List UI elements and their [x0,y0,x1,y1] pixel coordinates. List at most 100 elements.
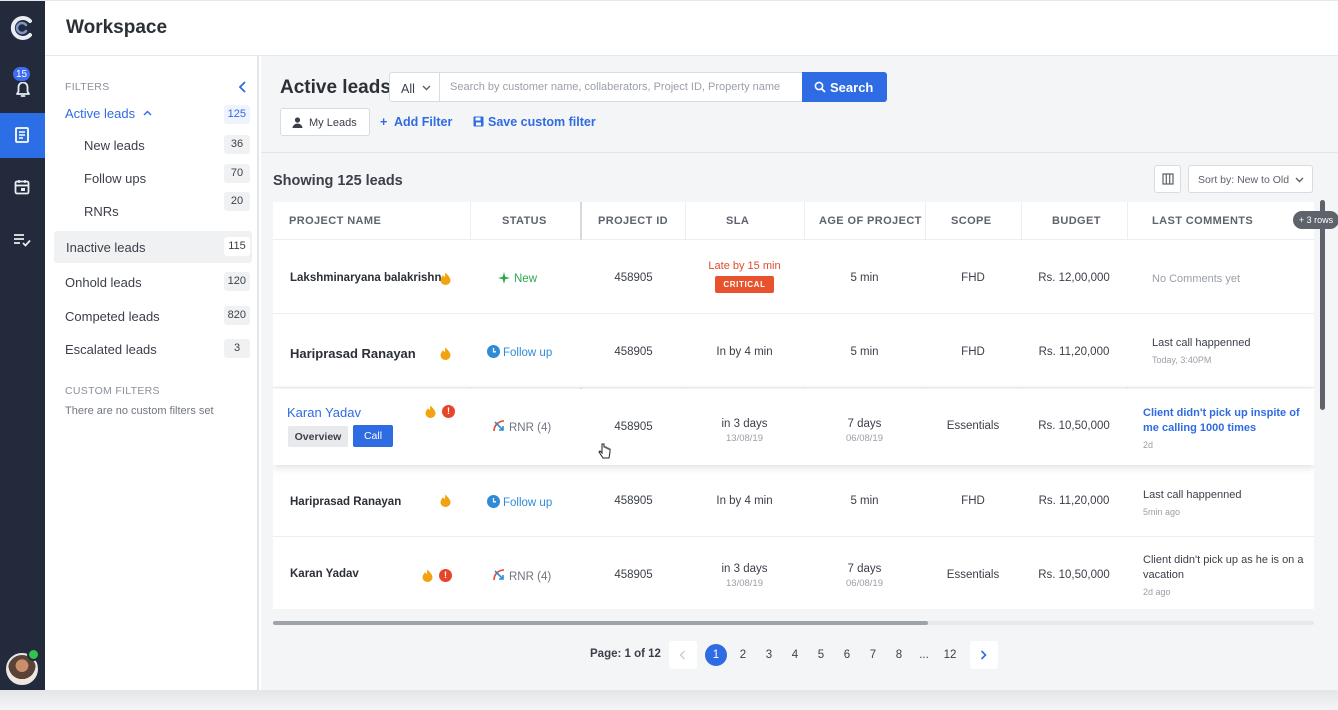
collapse-sidebar-icon[interactable] [237,80,249,94]
user-icon [292,117,303,128]
clock-icon [487,345,500,358]
age: 5 min [850,272,879,284]
sidebar-item-onhold-leads[interactable]: Onhold leads 120 [54,266,252,298]
sla-cell: in 3 days 13/08/19 [685,563,804,589]
prev-page-button[interactable] [669,641,697,669]
last-comment-link[interactable]: Client didn't pick up inspite of me call… [1143,406,1307,436]
sidebar-item-inactive-leads[interactable]: Inactive leads 115 [54,231,252,263]
last-comment-cell: Client didn't pick up inspite of me call… [1143,406,1307,450]
flame-icon [440,272,451,285]
comment-time: Today, 3:40PM [1152,355,1212,365]
sort-select[interactable]: Sort by: New to Old [1188,165,1313,193]
sidebar-item-count: 36 [224,135,250,154]
budget: Rs. 10,50,000 [1038,569,1110,581]
sidebar-item-label: Onhold leads [65,275,142,290]
flame-icon [425,405,436,418]
project-name: Lakshminaryana balakrishn [290,272,442,284]
sidebar-item-escalated-leads[interactable]: Escalated leads 3 [54,333,252,365]
flame-icon [440,494,451,507]
sidebar-item-count: 70 [224,164,250,183]
custom-filters-label: CUSTOM FILTERS [65,385,160,397]
table-row[interactable]: Hariprasad Ranayan Follow up 458905 In b… [273,314,1314,388]
sidebar-item-label: Escalated leads [65,342,157,357]
table-row[interactable]: Hariprasad Ranayan Follow up 458905 In b… [273,465,1314,537]
page-button[interactable]: 12 [937,642,963,668]
sidebar-item-competed-leads[interactable]: Competed leads 820 [54,300,252,332]
page-button[interactable]: 3 [756,642,782,668]
status-rnr[interactable]: RNR (4) [492,568,551,583]
budget: Rs. 11,20,000 [1038,495,1110,507]
project-id: 458905 [614,421,653,433]
notification-badge: 15 [12,66,31,82]
table-row[interactable]: Karan Yadav ! Overview Call RNR (4) 4589… [273,389,1314,465]
chevron-up-icon [143,110,152,116]
sla-text: in 3 days [721,563,768,575]
save-filter-label: Save custom filter [488,115,596,129]
status-follow-up[interactable]: Follow up [487,495,552,509]
column-header[interactable]: PROJECT NAME [273,202,470,240]
rail-item-leads[interactable] [0,113,45,158]
comment-time: 5min ago [1143,507,1181,517]
column-header[interactable]: LAST COMMENTS [1127,202,1314,240]
status-rnr[interactable]: RNR (4) [492,419,551,434]
table-row[interactable]: Lakshminaryana balakrishn New 458905 Lat… [273,240,1314,314]
sidebar-item-new-leads[interactable]: New leads 36 [54,129,252,161]
status-follow-up[interactable]: Follow up [487,345,552,359]
more-rows-badge[interactable]: + 3 rows [1293,211,1338,229]
sidebar-item-rnrs[interactable]: RNRs 20 [54,192,252,227]
search-input[interactable] [439,72,803,102]
calendar-icon[interactable] [12,177,32,197]
sidebar-item-label: Inactive leads [66,240,146,255]
column-header[interactable]: PROJECT ID [582,202,685,240]
column-header[interactable]: STATUS [470,202,581,240]
page-button[interactable]: 7 [860,642,886,668]
table-row[interactable]: Karan Yadav ! RNR (4) 458905 in 3 days 1… [273,537,1314,609]
vertical-scrollbar[interactable] [1320,200,1325,410]
scope: FHD [961,346,985,358]
sidebar-item-count: 115 [224,237,250,256]
last-comment: No Comments yet [1152,273,1241,285]
my-leads-button[interactable]: My Leads [280,108,370,136]
checklist-icon[interactable] [12,229,32,249]
app-frame: 15 Workspace FILTERS Active leads 125 Ne… [0,0,1338,693]
page-button-current[interactable]: 1 [705,644,727,666]
search-button[interactable]: Search [802,72,887,102]
columns-button[interactable] [1154,165,1181,193]
status-new[interactable]: New [498,272,537,285]
missed-call-icon [493,569,505,581]
sidebar-item-label: RNRs [84,204,119,219]
save-filter-link[interactable]: Save custom filter [473,115,596,129]
scope-select[interactable]: All [389,72,439,102]
scope: FHD [961,495,985,507]
add-filter-link[interactable]: + Add Filter [380,115,452,129]
page-button[interactable]: 8 [886,642,912,668]
page-button[interactable]: 4 [782,642,808,668]
column-header[interactable]: BUDGET [1021,202,1127,240]
scope-select-value: All [401,82,415,96]
page-button[interactable]: 5 [808,642,834,668]
call-button[interactable]: Call [353,425,393,447]
horizontal-scrollbar[interactable] [273,621,928,625]
sidebar-item-follow-ups[interactable]: Follow ups 70 [54,162,252,194]
age: 5 min [850,346,879,358]
logo-icon[interactable] [9,15,35,41]
next-page-button[interactable] [970,641,998,669]
sidebar-item-active-leads[interactable]: Active leads 125 [54,99,252,131]
sort-select-value: Sort by: New to Old [1198,174,1290,186]
page-button[interactable]: 2 [730,642,756,668]
sidebar-item-label: Follow ups [84,171,147,186]
sla-cell: in 3 days 13/08/19 [685,418,804,444]
last-comment: Last call happenned [1152,337,1251,349]
alert-icon: ! [442,405,455,418]
column-header[interactable]: SCOPE [925,202,1021,240]
column-header[interactable]: SLA [685,202,804,240]
missed-call-icon [493,420,505,432]
project-name-link[interactable]: Karan Yadav [287,405,361,420]
overview-button[interactable]: Overview [288,426,348,447]
column-header[interactable]: AGE OF PROJECT [804,202,925,240]
critical-badge: CRITICAL [715,276,774,293]
comment-time: 2d ago [1143,587,1171,597]
age: 7 days [847,418,882,430]
custom-filters-empty: There are no custom filters set [65,405,214,417]
page-button[interactable]: 6 [834,642,860,668]
